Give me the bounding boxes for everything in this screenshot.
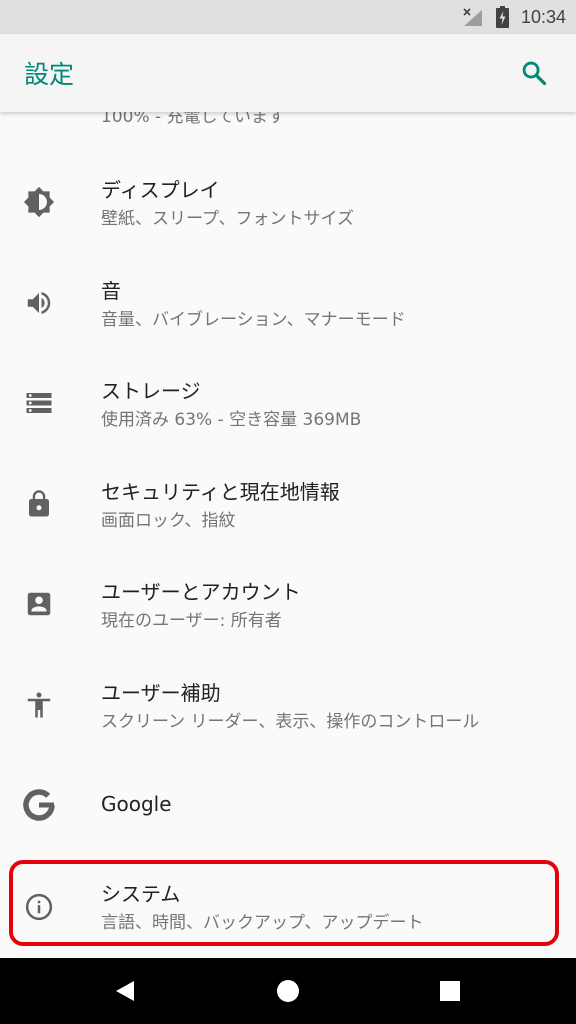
settings-item-title: システム	[101, 882, 181, 906]
search-icon	[522, 61, 547, 86]
settings-item-title: ユーザー補助	[101, 681, 221, 705]
home-button[interactable]	[273, 976, 303, 1006]
info-icon	[22, 890, 56, 924]
battery-charging-icon	[495, 6, 509, 28]
overview-icon	[440, 981, 460, 1001]
navigation-bar	[0, 958, 576, 1024]
settings-list: 100% - 充電しています ディスプレイ 壁紙、スリープ、フォントサイズ 音 …	[0, 112, 576, 958]
volume-icon	[22, 286, 56, 320]
settings-item-display[interactable]: ディスプレイ 壁紙、スリープ、フォントサイズ	[0, 152, 576, 252]
settings-item-summary: 言語、時間、バックアップ、アップデート	[101, 913, 424, 933]
settings-item-title: ディスプレイ	[101, 178, 220, 202]
settings-item-storage[interactable]: ストレージ 使用済み 63% - 空き容量 369MB	[0, 353, 576, 453]
settings-item-summary: 現在のユーザー: 所有者	[101, 611, 282, 631]
settings-item-title: ストレージ	[101, 379, 201, 403]
settings-item-summary: スクリーン リーダー、表示、操作のコントロール	[101, 712, 480, 732]
back-button[interactable]	[110, 976, 140, 1006]
overview-button[interactable]	[435, 976, 465, 1006]
page-title: 設定	[24, 60, 75, 89]
google-icon	[22, 788, 56, 822]
app-bar: 設定	[0, 34, 576, 112]
settings-item-security[interactable]: セキュリティと現在地情報 画面ロック、指紋	[0, 454, 576, 554]
accessibility-icon	[22, 688, 56, 722]
settings-item-accounts[interactable]: ユーザーとアカウント 現在のユーザー: 所有者	[0, 554, 576, 654]
brightness-icon	[22, 185, 56, 219]
no-signal-icon	[462, 7, 484, 27]
settings-item-title: 音	[101, 279, 121, 303]
lock-icon	[22, 487, 56, 521]
settings-item-sound[interactable]: 音 音量、バイブレーション、マナーモード	[0, 253, 576, 353]
settings-item-title: セキュリティと現在地情報	[101, 480, 340, 504]
settings-item-accessibility[interactable]: ユーザー補助 スクリーン リーダー、表示、操作のコントロール	[0, 655, 576, 755]
settings-item-title: ユーザーとアカウント	[101, 580, 301, 604]
settings-item-title: Google	[101, 792, 172, 816]
search-button[interactable]	[514, 53, 554, 93]
storage-icon	[22, 386, 56, 420]
settings-item-summary: 壁紙、スリープ、フォントサイズ	[101, 209, 354, 229]
settings-item-battery[interactable]: 100% - 充電しています	[0, 112, 576, 136]
status-bar: 10:34	[0, 0, 576, 34]
settings-item-summary: 使用済み 63% - 空き容量 369MB	[101, 410, 362, 430]
home-icon	[277, 980, 299, 1002]
settings-item-summary: 100% - 充電しています	[101, 112, 286, 127]
settings-item-summary: 画面ロック、指紋	[101, 511, 236, 531]
settings-item-system[interactable]: システム 言語、時間、バックアップ、アップデート	[0, 856, 576, 956]
settings-item-summary: 音量、バイブレーション、マナーモード	[101, 310, 406, 330]
back-icon	[116, 981, 134, 1001]
clock: 10:34	[520, 6, 566, 27]
settings-item-google[interactable]: Google	[0, 755, 576, 855]
account-box-icon	[22, 587, 56, 621]
